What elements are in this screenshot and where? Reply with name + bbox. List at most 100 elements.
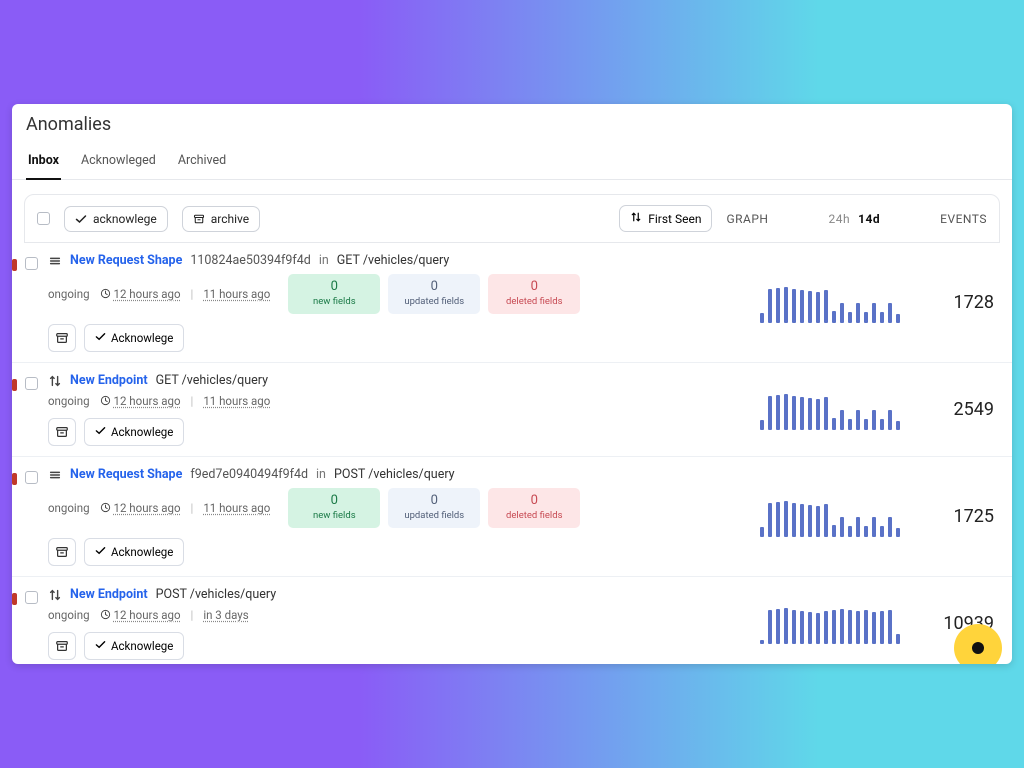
anomaly-name-link[interactable]: New Request Shape — [70, 253, 182, 268]
row-acknowledge-label: Acknowlege — [111, 545, 173, 559]
check-icon — [95, 425, 106, 439]
check-icon — [75, 213, 87, 225]
severity-indicator — [12, 473, 17, 485]
last-seen-value: 11 hours ago — [203, 287, 270, 301]
card-new: 0 new fields — [288, 274, 380, 314]
bulk-archive-label: archive — [211, 212, 249, 226]
card-upd-label: updated fields — [392, 296, 476, 307]
row-body: New Request Shape110824ae50394f9f4dinGET… — [48, 253, 750, 352]
clock-icon — [100, 609, 111, 620]
endpoint-text: GET /vehicles/query — [156, 373, 268, 388]
separator: | — [191, 287, 194, 301]
first-seen-value: 12 hours ago — [114, 608, 181, 622]
sparkline — [750, 253, 910, 352]
row-checkbox[interactable] — [25, 257, 38, 270]
row-checkbox[interactable] — [25, 377, 38, 390]
select-all-checkbox[interactable] — [37, 212, 50, 225]
row-archive-button[interactable] — [48, 632, 76, 660]
endpoint-text: POST /vehicles/query — [156, 587, 277, 602]
events-count: 1728 — [910, 253, 1000, 352]
row-acknowledge-button[interactable]: Acknowlege — [84, 418, 184, 446]
in-word: in — [316, 467, 326, 482]
time-range[interactable]: 24h 14d — [828, 212, 880, 226]
endpoint-text: GET /vehicles/query — [337, 253, 449, 268]
sort-label: First Seen — [648, 212, 701, 226]
row-body: New Endpoint GET /vehicles/query ongoing 12… — [48, 373, 750, 446]
first-seen-value: 12 hours ago — [114, 501, 181, 515]
in-word: in — [319, 253, 329, 268]
row-acknowledge-button[interactable]: Acknowlege — [84, 324, 184, 352]
first-seen: 12 hours ago — [100, 501, 181, 515]
clock-icon — [100, 502, 111, 513]
row-archive-button[interactable] — [48, 418, 76, 446]
endpoint-icon — [48, 588, 62, 602]
events-header: EVENTS — [940, 212, 987, 226]
card-new-value: 0 — [292, 279, 376, 294]
status-text: ongoing — [48, 394, 90, 408]
row-body: New Request Shape f9ed7e0940494f9f4d in POS… — [48, 467, 750, 566]
sparkline — [750, 373, 910, 446]
field-cards: 0new fields0updated fields0deleted field… — [288, 274, 580, 314]
bulk-acknowledge-button[interactable]: acknowlege — [64, 206, 168, 232]
shape-hash: f9ed7e0940494f9f4d — [190, 467, 308, 482]
page-title: Anomalies — [12, 104, 1012, 141]
range-14d[interactable]: 14d — [858, 212, 880, 226]
tab-inbox[interactable]: Inbox — [26, 145, 61, 180]
archive-icon — [193, 213, 205, 225]
status-text: ongoing — [48, 608, 90, 622]
row-checkbox[interactable] — [25, 471, 38, 484]
anomaly-name-link[interactable]: New Endpoint — [70, 587, 148, 602]
events-count: 2549 — [910, 373, 1000, 446]
shape-icon — [48, 254, 62, 268]
card-upd: 0updated fields — [388, 488, 480, 528]
row-body: New Endpoint POST /vehicles/query ongoing 1… — [48, 587, 750, 660]
row-acknowledge-button[interactable]: Acknowlege — [84, 632, 184, 660]
row-archive-button[interactable] — [48, 324, 76, 352]
help-chat-button[interactable] — [954, 624, 1002, 664]
anomaly-row: New Endpoint GET /vehicles/query ongoing 12… — [12, 363, 1012, 457]
severity-indicator — [12, 259, 17, 271]
separator: | — [191, 501, 194, 515]
last-seen-value: 11 hours ago — [203, 394, 270, 408]
row-checkbox[interactable] — [25, 591, 38, 604]
last-seen-value: in 3 days — [203, 608, 248, 622]
anomaly-row: New Request Shape110824ae50394f9f4dinGET… — [12, 243, 1012, 363]
severity-indicator — [12, 379, 17, 391]
check-icon — [95, 639, 106, 653]
column-headers: GRAPH 24h 14d EVENTS — [726, 212, 987, 226]
card-new-value: 0 — [292, 493, 376, 508]
card-del-label: deleted fields — [492, 296, 576, 307]
separator: | — [191, 608, 194, 622]
graph-header: GRAPH — [726, 212, 768, 226]
anomaly-name-link[interactable]: New Endpoint — [70, 373, 148, 388]
card-new-label: new fields — [292, 296, 376, 307]
check-icon — [95, 331, 106, 345]
events-count: 1725 — [910, 467, 1000, 566]
endpoint-text: POST /vehicles/query — [334, 467, 455, 482]
toolbar: acknowlege archive First Seen GRAPH 24h 1… — [24, 194, 1000, 243]
card-new-label: new fields — [292, 510, 376, 521]
card-upd: 0 updated fields — [388, 274, 480, 314]
first-seen-value: 12 hours ago — [114, 287, 181, 301]
clock-icon — [100, 395, 111, 406]
shape-icon — [48, 468, 62, 482]
first-seen-value: 12 hours ago — [114, 394, 181, 408]
range-24h[interactable]: 24h — [828, 212, 850, 226]
sort-button[interactable]: First Seen — [619, 205, 712, 232]
card-del-value: 0 — [492, 493, 576, 508]
row-acknowledge-label: Acknowlege — [111, 639, 173, 653]
anomaly-name-link[interactable]: New Request Shape — [70, 467, 182, 482]
row-acknowledge-button[interactable]: Acknowlege — [84, 538, 184, 566]
tabs: Inbox Acknowleged Archived — [12, 141, 1012, 180]
card-upd-value: 0 — [392, 279, 476, 294]
check-icon — [95, 545, 106, 559]
endpoint-icon — [48, 374, 62, 388]
row-archive-button[interactable] — [48, 538, 76, 566]
status-text: ongoing — [48, 501, 90, 515]
tab-acknowledged[interactable]: Acknowleged — [79, 145, 158, 179]
tab-archived[interactable]: Archived — [176, 145, 228, 179]
sparkline — [750, 587, 910, 660]
sort-icon — [630, 211, 642, 226]
bulk-archive-button[interactable]: archive — [182, 206, 260, 232]
severity-indicator — [12, 593, 17, 605]
